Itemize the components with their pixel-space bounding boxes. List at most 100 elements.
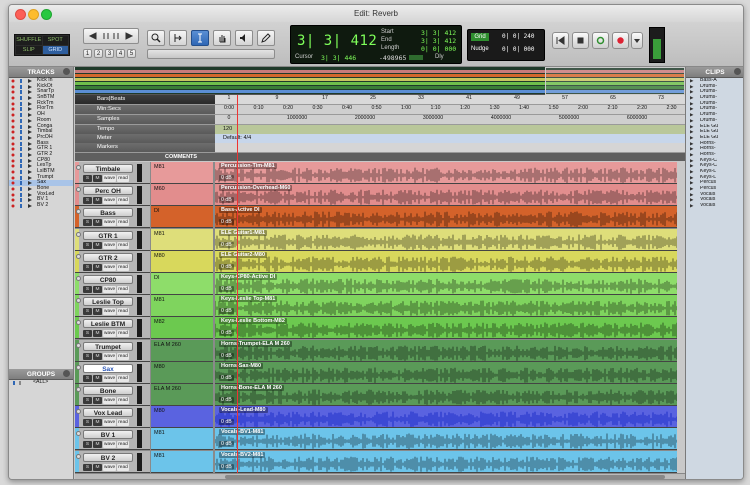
track-visibility-icons[interactable]	[11, 113, 35, 118]
solo-button[interactable]: S	[83, 464, 92, 471]
track-visibility-icons[interactable]	[11, 158, 35, 163]
clip-gain[interactable]: 0 dB	[219, 242, 234, 248]
minsec-ruler[interactable]: Min:Secs 0:00 0:10 0:20 0:30 0:40 0:50 1:00 1:1…	[75, 105, 685, 115]
track-name[interactable]: Vox Lead	[83, 408, 133, 417]
track-name[interactable]: BV 2	[83, 453, 133, 462]
automation-mode[interactable]: read	[117, 264, 129, 271]
record-enable-button[interactable]	[76, 343, 81, 348]
track-visibility-icons[interactable]	[11, 141, 35, 146]
vertical-scrollbar[interactable]	[677, 162, 685, 473]
automation-mode[interactable]: read	[117, 175, 129, 182]
track-comment[interactable]: M80	[151, 406, 213, 428]
grabber-tool-button[interactable]	[213, 30, 231, 46]
automation-mode[interactable]: read	[117, 219, 129, 226]
clip-lane[interactable]: ELE Guitar1-M81 0 dB	[215, 229, 685, 251]
automation-mode[interactable]: read	[117, 353, 129, 360]
automation-mode[interactable]: read	[117, 419, 129, 426]
record-enable-button[interactable]	[76, 209, 81, 214]
clip-list-item[interactable]: ▶ Vocals	[686, 203, 743, 209]
track-name[interactable]: Bass	[83, 208, 133, 217]
track-name[interactable]: Sax	[83, 364, 133, 373]
view-selector[interactable]: wave	[103, 286, 117, 293]
track-visibility-icons[interactable]	[11, 181, 35, 186]
track-visibility-icons[interactable]	[11, 135, 35, 140]
solo-button[interactable]: S	[83, 397, 92, 404]
pencil-tool-button[interactable]	[257, 30, 275, 46]
view-selector[interactable]: wave	[103, 219, 117, 226]
record-enable-button[interactable]	[76, 387, 81, 392]
track-name[interactable]: Bone	[83, 386, 133, 395]
expand-triangle-icon[interactable]: ▶	[690, 203, 693, 209]
track-comment[interactable]: DI	[151, 273, 213, 295]
mute-button[interactable]: M	[93, 242, 102, 249]
clip-lane[interactable]: Vocals-BV1-M81 0 dB	[215, 428, 685, 450]
automation-mode[interactable]: read	[117, 197, 129, 204]
record-enable-button[interactable]	[76, 320, 81, 325]
view-selector[interactable]: wave	[103, 419, 117, 426]
clip-gain[interactable]: 0 dB	[219, 419, 234, 425]
record-button[interactable]	[612, 32, 629, 49]
tool-options-strip[interactable]	[147, 49, 275, 59]
mute-button[interactable]: M	[93, 308, 102, 315]
mute-button[interactable]: M	[93, 464, 102, 471]
solo-button[interactable]: S	[83, 219, 92, 226]
zoom-controls[interactable]	[83, 28, 139, 44]
solo-button[interactable]: S	[83, 419, 92, 426]
track-comment[interactable]: M81	[151, 229, 213, 251]
mute-button[interactable]: M	[93, 375, 102, 382]
mute-button[interactable]: M	[93, 219, 102, 226]
clip-lane[interactable]: Percussion-Overhead-M60 0 dB	[215, 184, 685, 206]
view-selector[interactable]: wave	[103, 197, 117, 204]
track-name[interactable]: Perc OH	[83, 186, 133, 195]
clip-gain[interactable]: 0 dB	[219, 397, 234, 403]
zoom-preset-button[interactable]: 2	[94, 49, 103, 58]
view-selector[interactable]: wave	[103, 397, 117, 404]
mute-button[interactable]: M	[93, 397, 102, 404]
loop-button[interactable]	[592, 32, 609, 49]
selector-tool-button[interactable]	[191, 30, 209, 46]
record-enable-button[interactable]	[76, 254, 81, 259]
tempo-value[interactable]: 120	[223, 126, 232, 132]
nudge-value[interactable]: 0| 0| 000	[502, 46, 535, 53]
automation-mode[interactable]: read	[117, 441, 129, 448]
automation-mode[interactable]: read	[117, 464, 129, 471]
clip-gain[interactable]: 0 dB	[219, 286, 234, 292]
groups-menu-icon[interactable]	[63, 370, 70, 377]
solo-button[interactable]: S	[83, 375, 92, 382]
track-visibility-icons[interactable]	[11, 79, 35, 83]
track-visibility-icons[interactable]	[11, 175, 35, 180]
track-visibility-icons[interactable]	[11, 84, 35, 89]
clip-gain[interactable]: 0 dB	[219, 219, 234, 225]
automation-mode[interactable]: read	[117, 242, 129, 249]
mute-button[interactable]: M	[93, 197, 102, 204]
clip-lane[interactable]: Horns-Trumpet-ELA M 260 0 dB	[215, 340, 685, 362]
track-visibility-icons[interactable]	[11, 96, 35, 101]
shuffle-mode-button[interactable]: SHUFFLE	[16, 36, 42, 45]
playhead[interactable]	[237, 95, 238, 473]
mute-button[interactable]: M	[93, 419, 102, 426]
clip-gain[interactable]: 0 dB	[219, 330, 234, 336]
view-selector[interactable]: wave	[103, 175, 117, 182]
mute-button[interactable]: M	[93, 441, 102, 448]
view-selector[interactable]: wave	[103, 264, 117, 271]
main-counter[interactable]: 3| 3| 412 Start 3| 3| 412 End 3| 3| 412 …	[290, 25, 462, 64]
clip-gain[interactable]: 0 dB	[219, 308, 234, 314]
clip-gain[interactable]: 0 dB	[219, 353, 234, 359]
zoom-preset-button[interactable]: 1	[83, 49, 92, 58]
clip-lane[interactable]: Keys-Leslie Bottom-M82 0 dB	[215, 317, 685, 339]
clip-lane[interactable]: Keys-Leslie Top-M81 0 dB	[215, 295, 685, 317]
track-comment[interactable]: M80	[151, 251, 213, 273]
view-selector[interactable]: wave	[103, 308, 117, 315]
solo-button[interactable]: S	[83, 175, 92, 182]
clip-gain[interactable]: 0 dB	[219, 464, 234, 470]
clip-gain[interactable]: 0 dB	[219, 197, 234, 203]
track-comment[interactable]: M82	[151, 317, 213, 339]
view-selector[interactable]: wave	[103, 464, 117, 471]
track-comment[interactable]: ELA M 260	[151, 384, 213, 406]
zoom-preset-button[interactable]: 4	[116, 49, 125, 58]
view-selector[interactable]: wave	[103, 353, 117, 360]
track-comment[interactable]: M60	[151, 184, 213, 206]
view-selector[interactable]: wave	[103, 375, 117, 382]
clip-gain[interactable]: 0 dB	[219, 375, 234, 381]
record-enable-button[interactable]	[76, 187, 81, 192]
